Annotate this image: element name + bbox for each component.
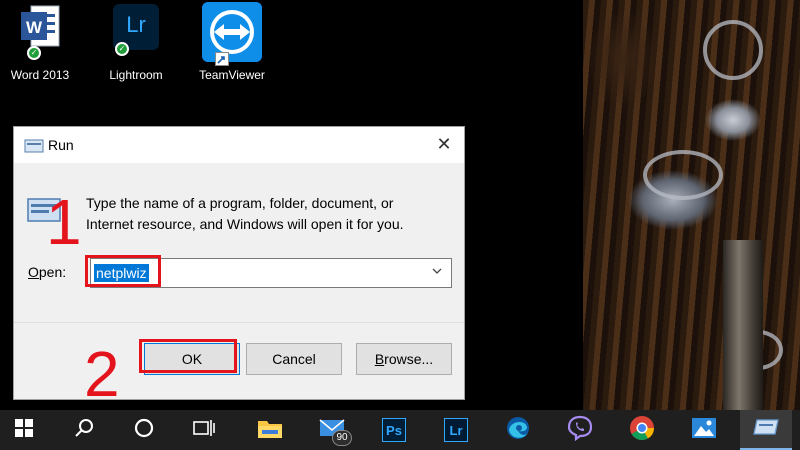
start-button[interactable]	[0, 410, 48, 450]
photos-icon	[691, 417, 717, 443]
desktop-icon-label: TeamViewer	[199, 68, 265, 82]
taskbar-run[interactable]	[740, 410, 792, 450]
browse-button[interactable]: Browse...	[356, 343, 452, 375]
folder-icon	[257, 417, 283, 443]
word-icon: W ✓	[17, 2, 63, 62]
wallpaper-ornament	[643, 150, 723, 200]
shortcut-arrow-icon	[215, 52, 229, 66]
svg-text:W: W	[26, 18, 43, 37]
desktop-icon-label: Lightroom	[109, 68, 163, 82]
description-line: Internet resource, and Windows will open…	[86, 216, 404, 232]
highlight-box-ok	[139, 339, 237, 373]
taskbar-viber[interactable]	[556, 410, 604, 450]
desktop-icon-lightroom[interactable]: Lr ✓ Lightroom	[96, 2, 176, 82]
task-view-button[interactable]	[180, 410, 228, 450]
dialog-description: Type the name of a program, folder, docu…	[86, 193, 446, 235]
wallpaper-column	[723, 240, 763, 410]
wallpaper-ornament	[703, 20, 763, 80]
step-number-1: 1	[46, 186, 82, 258]
open-label-text: pen:	[38, 264, 67, 280]
taskbar: 90 Ps Lr	[0, 410, 800, 450]
close-icon: ✕	[436, 134, 452, 155]
search-button[interactable]	[60, 410, 108, 450]
cortana-button[interactable]	[120, 410, 168, 450]
dialog-footer: OK Cancel Browse...	[14, 322, 464, 399]
chrome-icon	[629, 415, 655, 445]
cortana-icon	[134, 418, 154, 442]
desktop-icon-label: Word 2013	[10, 68, 70, 82]
taskbar-mail[interactable]: 90	[308, 410, 356, 450]
windows-logo-icon	[15, 419, 33, 441]
cancel-button[interactable]: Cancel	[246, 343, 342, 375]
sync-check-icon: ✓	[115, 42, 129, 56]
highlight-box-input	[85, 255, 161, 287]
teamviewer-icon	[202, 2, 262, 66]
viber-icon	[567, 415, 593, 445]
lightroom-glyph: Lr	[126, 12, 146, 37]
mail-unread-badge: 90	[332, 430, 352, 446]
taskbar-photos[interactable]	[680, 410, 728, 450]
taskbar-photoshop[interactable]: Ps	[370, 410, 418, 450]
taskbar-edge[interactable]	[494, 410, 542, 450]
dialog-titlebar[interactable]: Run ✕	[14, 127, 464, 163]
edge-icon	[505, 415, 531, 445]
taskbar-lightroom[interactable]: Lr	[432, 410, 480, 450]
browse-accesskey: B	[374, 351, 385, 367]
open-label: Open:	[28, 264, 66, 280]
desktop: W ✓ Word 2013 Lr ✓ Lightroom TeamViewer …	[0, 0, 800, 410]
sync-check-icon: ✓	[27, 46, 41, 60]
chevron-down-icon[interactable]	[431, 265, 443, 277]
photoshop-icon: Ps	[382, 418, 406, 442]
taskbar-chrome[interactable]	[618, 410, 666, 450]
desktop-icon-word[interactable]: W ✓ Word 2013	[0, 2, 80, 82]
lightroom-icon: Lr	[444, 418, 468, 442]
search-icon	[74, 418, 94, 442]
run-program-icon	[753, 417, 779, 441]
wallpaper	[583, 0, 800, 410]
dialog-title: Run	[48, 137, 74, 153]
close-button[interactable]: ✕	[430, 131, 458, 159]
step-number-2: 2	[84, 338, 120, 410]
browse-label: rowse...	[384, 351, 434, 367]
task-view-icon	[193, 418, 215, 442]
lightroom-icon: Lr ✓	[113, 2, 159, 62]
taskbar-file-explorer[interactable]	[246, 410, 294, 450]
run-dialog: Run ✕ Type the name of a program, folder…	[13, 126, 465, 400]
description-line: Type the name of a program, folder, docu…	[86, 195, 394, 211]
run-app-icon	[24, 138, 44, 153]
desktop-icon-teamviewer[interactable]: TeamViewer	[192, 2, 272, 82]
open-label-accesskey: O	[28, 264, 39, 280]
